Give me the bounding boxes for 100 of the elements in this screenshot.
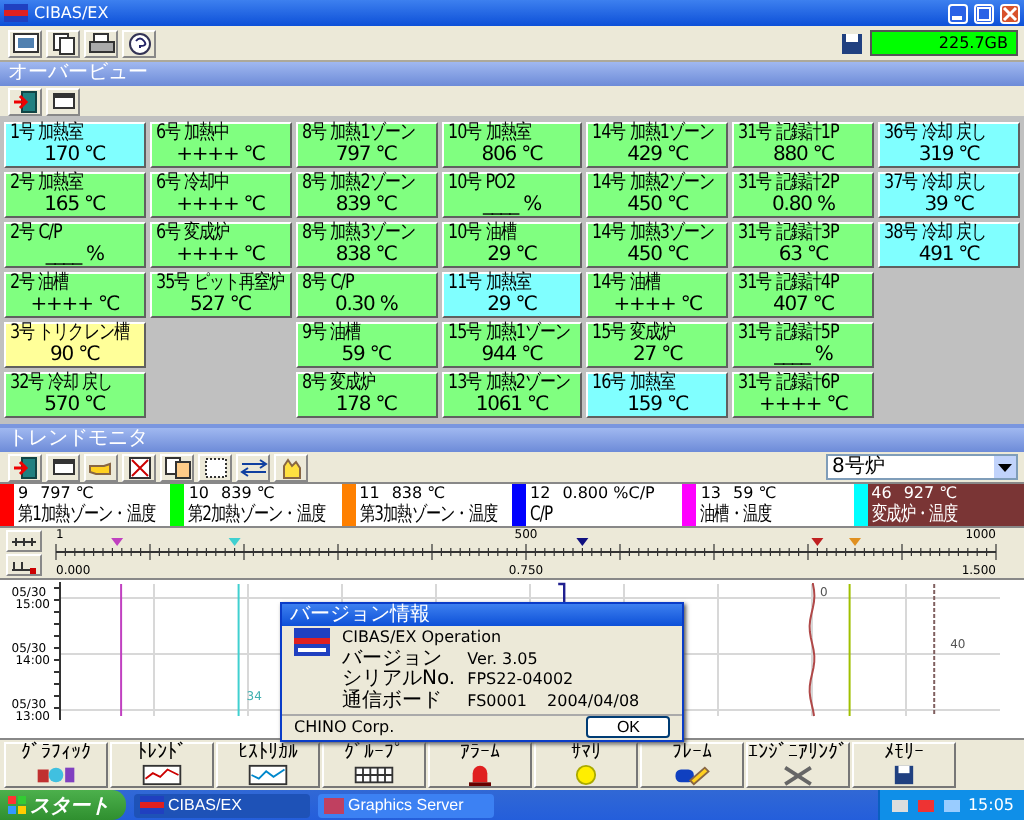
legend-item[interactable]: 9 797 ℃ 第1加熱ゾーン・温度 <box>0 484 171 526</box>
status-tile[interactable]: 14号 加熱3ゾーン 450 ℃ <box>586 222 729 268</box>
toolbar-button[interactable] <box>236 453 270 481</box>
function-button[interactable]: ﾒﾓﾘｰ <box>852 742 956 788</box>
status-tile[interactable]: 8号 変成炉 178 ℃ <box>295 372 438 418</box>
toolbar-button[interactable] <box>6 530 42 552</box>
status-tile[interactable]: 2号 加熱室 165 ℃ <box>4 172 146 218</box>
tile-value: 838 ℃ <box>333 245 399 266</box>
toolbar-button[interactable] <box>8 29 42 57</box>
function-button[interactable]: ｱﾗｰﾑ <box>428 742 532 788</box>
status-tile[interactable]: 36号 冷却 戻し 319 ℃ <box>878 122 1020 168</box>
minimize-button[interactable] <box>948 3 968 23</box>
tile-label: 8号 C/P <box>301 274 354 295</box>
status-tile[interactable]: 3号 トリクレン槽 90 ℃ <box>4 322 146 368</box>
toolbar-button[interactable] <box>8 453 42 481</box>
legend-item[interactable]: 11 838 ℃ 第3加熱ゾーン・温度 <box>341 484 512 526</box>
toolbar-button[interactable] <box>8 87 42 115</box>
toolbar-button[interactable] <box>122 453 156 481</box>
status-tile[interactable]: 35号 ピット再窒炉 527 ℃ <box>149 272 292 318</box>
toolbar-button[interactable] <box>46 87 80 115</box>
status-tile[interactable]: 14号 加熱1ゾーン 429 ℃ <box>586 122 729 168</box>
toolbar-button[interactable] <box>122 29 156 57</box>
toolbar-button[interactable] <box>84 29 118 57</box>
channel-number: 9 <box>18 484 29 504</box>
toolbar-button[interactable] <box>46 29 80 57</box>
status-tile[interactable]: 6号 加熱中 ++++ ℃ <box>149 122 292 168</box>
status-tile[interactable]: 15号 変成炉 27 ℃ <box>586 322 729 368</box>
toolbar-button[interactable] <box>198 453 232 481</box>
legend-item[interactable]: 10 839 ℃ 第2加熱ゾーン・温度 <box>170 484 342 526</box>
toolbar-button[interactable] <box>6 554 42 576</box>
toolbar-button[interactable] <box>160 453 194 481</box>
tile-value: 450 ℃ <box>625 195 691 216</box>
clock: 15:05 <box>967 796 1014 814</box>
status-tile[interactable]: 6号 変成炉 ++++ ℃ <box>149 222 292 268</box>
status-tile[interactable]: 8号 加熱3ゾーン 838 ℃ <box>295 222 438 268</box>
status-tile[interactable]: 32号 冷却 戻し 570 ℃ <box>4 372 146 418</box>
function-button[interactable]: ﾄﾚﾝﾄﾞ <box>110 742 214 788</box>
status-tile[interactable]: 38号 冷却 戻し 491 ℃ <box>878 222 1020 268</box>
status-tile[interactable]: 8号 C/P 0.30 % <box>295 272 438 318</box>
status-tile[interactable]: 11号 加熱室 29 ℃ <box>441 272 583 318</box>
channel-name: 第1加熱ゾーン・温度 <box>18 504 156 526</box>
status-tile[interactable]: 13号 加熱2ゾーン 1061 ℃ <box>441 372 583 418</box>
function-button[interactable]: ﾋｽﾄﾘｶﾙ <box>216 742 320 788</box>
tile-value: 429 ℃ <box>625 145 691 166</box>
channel-marker-icon[interactable] <box>576 538 589 546</box>
taskbar-button[interactable]: CIBAS/EX <box>134 793 310 817</box>
status-tile[interactable]: 31号 記録計6P ++++ ℃ <box>732 372 875 418</box>
tile-label: 15号 加熱1ゾーン <box>447 324 570 345</box>
status-tile[interactable]: 6号 冷却中 ++++ ℃ <box>149 172 292 218</box>
status-tile[interactable]: 31号 記録計2P 0.80 % <box>732 172 875 218</box>
ok-button[interactable]: OK <box>586 716 670 738</box>
channel-marker-icon[interactable] <box>849 538 861 546</box>
status-tile[interactable]: 37号 冷却 戻し 39 ℃ <box>878 172 1020 218</box>
status-tile[interactable]: 10号 PO2 ____ % <box>441 172 583 218</box>
status-tile[interactable]: 15号 加熱1ゾーン 944 ℃ <box>441 322 583 368</box>
tile-label: 16号 加熱室 <box>592 374 676 395</box>
tile-label: 15号 変成炉 <box>592 324 676 345</box>
status-tile[interactable]: 10号 加熱室 806 ℃ <box>441 122 583 168</box>
window-icon <box>49 455 77 479</box>
status-tile[interactable]: 9号 油槽 59 ℃ <box>295 322 438 368</box>
status-tile[interactable]: 8号 加熱2ゾーン 839 ℃ <box>295 172 438 218</box>
tile-value: 170 ℃ <box>42 145 108 166</box>
window-icon <box>49 89 77 113</box>
status-tile[interactable]: 31号 記録計4P 407 ℃ <box>732 272 875 318</box>
function-button[interactable]: ｻﾏﾘ <box>534 742 638 788</box>
door-icon <box>11 455 39 479</box>
function-button[interactable]: ｸﾞﾗﾌｨｯｸ <box>4 742 108 788</box>
status-tile[interactable]: 1号 加熱室 170 ℃ <box>4 122 146 168</box>
tile-value: 90 ℃ <box>48 345 102 366</box>
tile-label: 13号 加熱2ゾーン <box>447 374 570 395</box>
app-logo-icon <box>4 2 28 24</box>
help-icon <box>125 31 153 55</box>
status-tile[interactable]: 31号 記録計3P 63 ℃ <box>732 222 875 268</box>
tile-label: 2号 C/P <box>10 224 62 245</box>
legend-item[interactable]: 12 0.800 %C/P C/P <box>512 484 683 526</box>
status-tile[interactable]: 16号 加熱室 159 ℃ <box>586 372 729 418</box>
status-tile[interactable]: 2号 油槽 ++++ ℃ <box>4 272 146 318</box>
status-tile[interactable]: 31号 記録計1P 880 ℃ <box>732 122 875 168</box>
status-tile[interactable]: 10号 油槽 29 ℃ <box>441 222 583 268</box>
furnace-dropdown[interactable]: 8号炉 <box>826 454 1018 480</box>
status-tile[interactable]: 2号 C/P ____ % <box>4 222 146 268</box>
channel-marker-icon[interactable] <box>111 538 124 546</box>
tile-label: 14号 加熱1ゾーン <box>592 124 715 145</box>
maximize-button[interactable] <box>974 3 994 23</box>
tile-value: 797 ℃ <box>333 145 399 166</box>
status-tile[interactable]: 14号 加熱2ゾーン 450 ℃ <box>586 172 729 218</box>
status-tile[interactable]: 31号 記録計5P ____ % <box>732 322 875 368</box>
taskbar-button[interactable]: Graphics Server <box>318 793 494 817</box>
tile-value: 29 ℃ <box>485 295 539 316</box>
close-button[interactable] <box>1000 3 1020 23</box>
channel-name: 変成炉・温度 <box>871 504 958 526</box>
legend-item[interactable]: 13 59 ℃ 油槽・温度 <box>682 484 854 526</box>
toolbar-button[interactable] <box>46 453 80 481</box>
status-tile[interactable]: 14号 油槽 ++++ ℃ <box>586 272 729 318</box>
function-button[interactable]: ｴﾝｼﾞﾆｱﾘﾝｸﾞ <box>746 742 850 788</box>
channel-marker-icon[interactable] <box>811 538 824 546</box>
channel-marker-icon[interactable] <box>228 538 241 546</box>
status-tile[interactable]: 8号 加熱1ゾーン 797 ℃ <box>295 122 438 168</box>
function-button[interactable]: ﾌﾚｰﾑ <box>640 742 744 788</box>
tile-label: 14号 加熱2ゾーン <box>592 174 715 195</box>
